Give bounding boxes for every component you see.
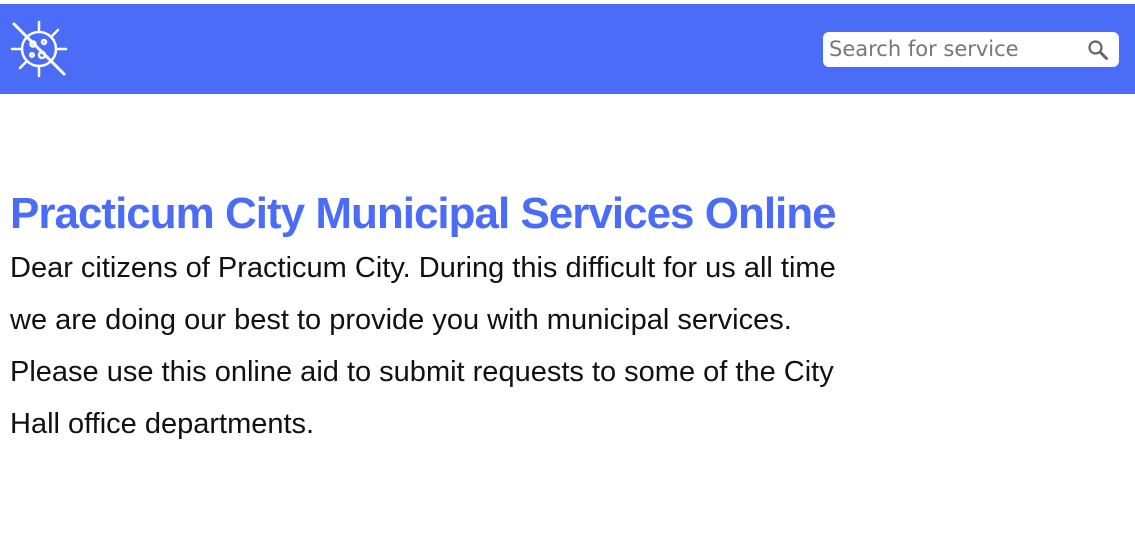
search-box[interactable] — [823, 32, 1119, 67]
top-header — [0, 4, 1135, 94]
crossed-out-virus-icon[interactable] — [8, 18, 70, 80]
main-content: Practicum City Municipal Services Online… — [10, 186, 860, 450]
page-title: Practicum City Municipal Services Online — [10, 189, 837, 238]
search-input[interactable] — [829, 34, 1079, 64]
instructions-paragraph: Please use this online aid to submit req… — [10, 356, 834, 440]
intro-paragraph: Dear citizens of Practicum City. During … — [10, 252, 836, 336]
search-icon[interactable] — [1087, 39, 1109, 61]
